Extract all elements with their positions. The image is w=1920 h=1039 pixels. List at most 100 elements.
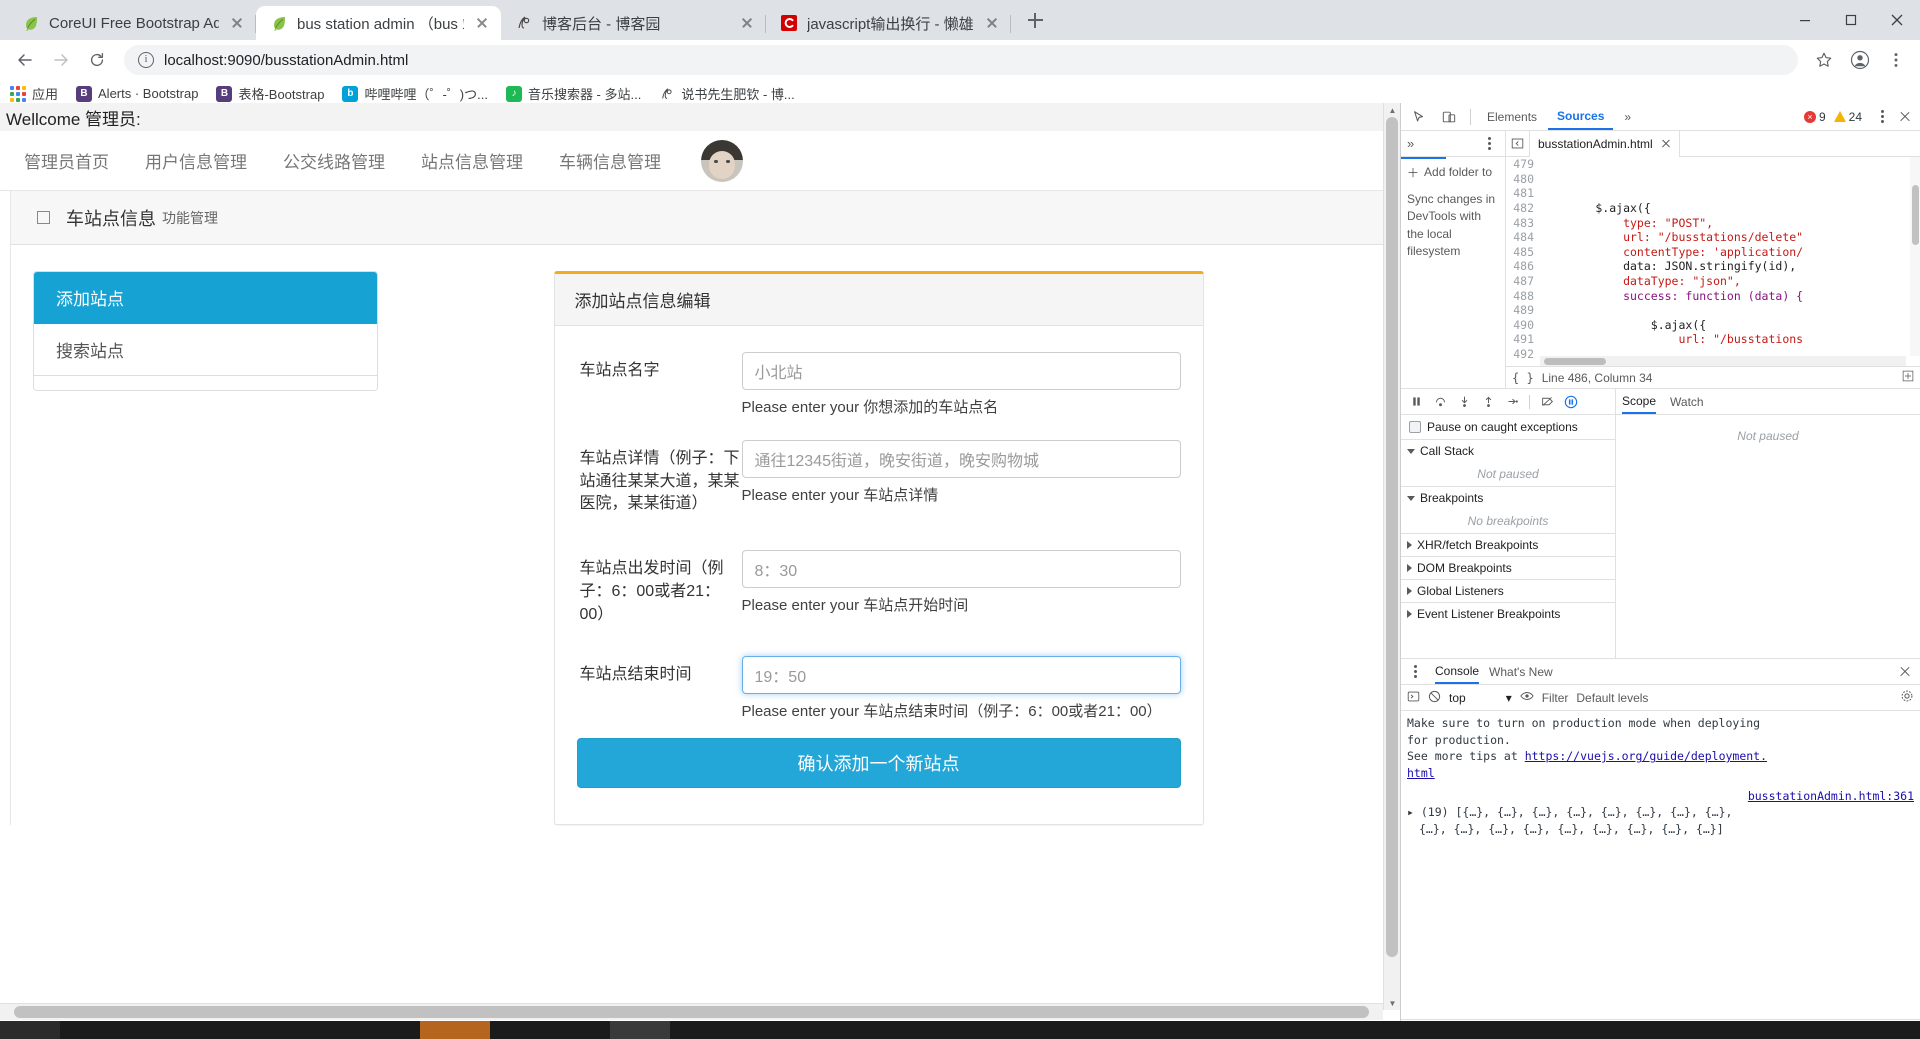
site-info-icon[interactable]: i — [138, 52, 154, 68]
section-header[interactable]: Breakpoints — [1401, 487, 1615, 509]
expand-arrow-icon[interactable]: ▸ — [1407, 805, 1414, 819]
close-icon[interactable] — [228, 14, 246, 32]
console-source-link[interactable]: busstationAdmin.html:361 — [1748, 789, 1914, 803]
show-navigator-icon[interactable] — [1506, 130, 1530, 157]
devtools-tab-elements[interactable]: Elements — [1478, 104, 1546, 130]
device-toolbar-icon[interactable] — [1435, 105, 1463, 129]
new-tab-button[interactable] — [1017, 2, 1053, 38]
station-start-time-input[interactable]: 8：30 — [741, 550, 1181, 589]
back-arrow-icon[interactable] — [8, 43, 42, 77]
tab-watch[interactable]: Watch — [1670, 389, 1704, 414]
console-close-icon[interactable] — [1894, 661, 1916, 683]
side-menu-item-search-station[interactable]: 搜索站点 — [34, 324, 377, 376]
taskbar-item[interactable] — [490, 1021, 610, 1039]
address-bar[interactable]: i localhost:9090/busstationAdmin.html — [124, 45, 1798, 75]
section-header[interactable]: DOM Breakpoints — [1401, 557, 1615, 579]
deactivate-breakpoints-icon[interactable] — [1536, 391, 1558, 413]
console-level-selector[interactable]: Default levels — [1576, 691, 1648, 705]
devtools-more-tabs[interactable]: » — [1615, 104, 1640, 130]
kebab-menu-icon[interactable] — [1880, 44, 1912, 76]
section-header[interactable]: XHR/fetch Breakpoints — [1401, 534, 1615, 556]
browser-tab-3[interactable]: 博客后台 - 博客园 — [501, 6, 766, 40]
code-editor[interactable]: 479 480 481 482 $.ajax({ 483 type: "POST… — [1506, 157, 1920, 366]
add-folder-button[interactable]: ＋ Add folder to — [1401, 159, 1505, 185]
pause-icon[interactable] — [1405, 391, 1427, 413]
checkbox[interactable] — [1409, 421, 1421, 433]
star-icon[interactable] — [1808, 44, 1840, 76]
gear-icon[interactable] — [1900, 689, 1914, 706]
nav-item-station-info[interactable]: 站点信息管理 — [403, 148, 541, 173]
editor-settings-icon[interactable] — [1902, 370, 1914, 385]
taskbar-item[interactable] — [420, 1021, 490, 1039]
inspect-element-icon[interactable] — [1405, 105, 1433, 129]
step-out-icon[interactable] — [1477, 391, 1499, 413]
station-name-input[interactable]: 小北站 — [741, 352, 1181, 390]
submit-button[interactable]: 确认添加一个新站点 — [576, 738, 1181, 789]
close-icon[interactable] — [983, 14, 1001, 32]
devtools-tab-sources[interactable]: Sources — [1548, 104, 1614, 130]
minimize-button[interactable] — [1782, 0, 1828, 40]
step-over-icon[interactable] — [1429, 391, 1451, 413]
pause-on-exceptions-icon[interactable] — [1560, 391, 1582, 413]
close-icon[interactable] — [473, 14, 491, 32]
browser-tab-4[interactable]: javascript输出换行 - 懒雄熊的专 — [766, 6, 1011, 40]
station-end-time-input[interactable]: 19：50 — [741, 656, 1181, 695]
bookmark-bilibili[interactable]: b 哔哩哔哩（゜-゜)つ... — [342, 84, 488, 103]
tab-scope[interactable]: Scope — [1622, 389, 1657, 414]
reload-icon[interactable] — [80, 43, 114, 77]
section-header[interactable]: Event Listener Breakpoints — [1401, 603, 1615, 625]
pause-on-caught-exceptions-row[interactable]: Pause on caught exceptions — [1401, 415, 1615, 439]
nav-item-bus-route[interactable]: 公交线路管理 — [265, 148, 403, 173]
scroll-down-arrow[interactable]: ▼ — [1384, 996, 1400, 1010]
console-context-selector[interactable]: top ▾ — [1449, 691, 1512, 705]
bookmark-apps[interactable]: 应用 — [10, 84, 58, 103]
nav-item-vehicle-info[interactable]: 车辆信息管理 — [541, 148, 679, 173]
nav-item-user-info[interactable]: 用户信息管理 — [127, 148, 265, 173]
pretty-print-icon[interactable]: { } — [1512, 371, 1534, 385]
browser-tab-1[interactable]: CoreUI Free Bootstrap Admin — [8, 6, 256, 40]
scrollbar-thumb[interactable] — [1386, 117, 1398, 957]
console-filter-input[interactable]: Filter — [1542, 691, 1569, 705]
side-menu-item-all-stations[interactable]: 所有站点 — [34, 376, 377, 390]
forward-arrow-icon[interactable] — [44, 43, 78, 77]
step-icon[interactable] — [1501, 391, 1523, 413]
devtools-error-count[interactable]: × 9 — [1803, 110, 1826, 124]
page-horizontal-scrollbar[interactable] — [0, 1003, 1383, 1020]
code-vertical-scrollbar[interactable] — [1910, 157, 1920, 356]
avatar[interactable] — [701, 139, 743, 182]
navigator-more-icon[interactable]: » — [1407, 136, 1414, 151]
station-detail-input[interactable]: 通往12345街道，晚安街道，晚安购物城 — [741, 440, 1181, 478]
section-header[interactable]: Global Listeners — [1401, 580, 1615, 602]
taskbar-item[interactable] — [610, 1021, 670, 1039]
console-link-continued[interactable]: html — [1407, 765, 1914, 782]
close-icon[interactable] — [1661, 139, 1671, 149]
editor-tab-busstationadmin[interactable]: busstationAdmin.html — [1530, 130, 1680, 157]
scroll-up-arrow[interactable]: ▲ — [1384, 103, 1400, 117]
section-header[interactable]: Call Stack — [1401, 440, 1615, 462]
browser-tab-2[interactable]: bus station admin （bus 站点管 — [256, 6, 501, 40]
devtools-kebab-menu-icon[interactable] — [1872, 106, 1892, 128]
console-link[interactable]: https://vuejs.org/guide/deployment. — [1525, 749, 1767, 763]
clear-console-icon[interactable] — [1428, 690, 1441, 706]
devtools-warning-count[interactable]: 24 — [1833, 110, 1862, 124]
live-expression-icon[interactable] — [1520, 689, 1534, 706]
code-horizontal-scrollbar[interactable] — [1540, 356, 1906, 366]
taskbar-item[interactable] — [0, 1021, 60, 1039]
tab-whats-new[interactable]: What's New — [1489, 659, 1553, 684]
profile-icon[interactable] — [1844, 44, 1876, 76]
taskbar-item[interactable] — [60, 1021, 420, 1039]
close-button[interactable] — [1874, 0, 1920, 40]
page-vertical-scrollbar[interactable]: ▲ ▼ — [1383, 103, 1400, 1010]
step-into-icon[interactable] — [1453, 391, 1475, 413]
console-message-array[interactable]: ▸ (19) [{…}, {…}, {…}, {…}, {…}, {…}, {…… — [1407, 804, 1914, 821]
bookmark-table-bootstrap[interactable]: B 表格-Bootstrap — [216, 84, 324, 103]
nav-item-admin-home[interactable]: 管理员首页 — [10, 148, 127, 173]
bookmark-blog[interactable]: 说书先生肥钦 - 博... — [659, 84, 795, 103]
close-icon[interactable] — [738, 14, 756, 32]
navigator-kebab-menu-icon[interactable] — [1479, 133, 1499, 155]
scrollbar-thumb[interactable] — [14, 1006, 1369, 1018]
execute-icon[interactable] — [1407, 690, 1420, 706]
maximize-button[interactable] — [1828, 0, 1874, 40]
bookmark-alerts-bootstrap[interactable]: B Alerts · Bootstrap — [76, 85, 198, 102]
tab-console[interactable]: Console — [1435, 659, 1480, 684]
